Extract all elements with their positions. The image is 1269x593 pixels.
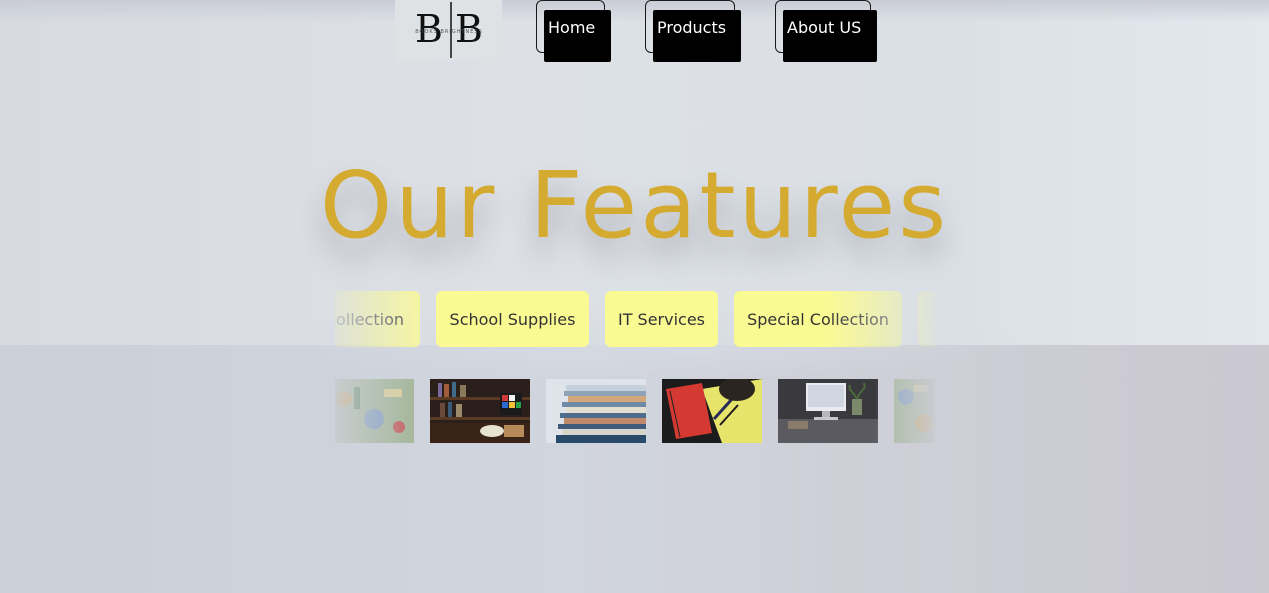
logo-mark-icon: B B BOOKS BRIGHTNESS (415, 2, 483, 58)
feature-chip-it-services[interactable]: IT Services (605, 291, 718, 347)
feature-chip-next[interactable] (918, 291, 935, 347)
feature-chip-collection[interactable]: ollection (335, 291, 420, 347)
nav-about-label: About US (787, 18, 862, 37)
feature-chip-label: IT Services (617, 309, 706, 329)
nav-products-label: Products (657, 18, 727, 37)
nav-products-button[interactable]: Products (645, 0, 742, 62)
feature-chip-school-supplies[interactable]: School Supplies (436, 291, 589, 347)
page-title: Our Features (319, 152, 950, 259)
book-stack-photo[interactable] (546, 379, 646, 443)
svg-text:BOOKS BRIGHTNESS: BOOKS BRIGHTNESS (415, 29, 483, 35)
computer-desk-photo[interactable] (778, 379, 878, 443)
feature-chip-label: School Supplies (449, 309, 576, 329)
nav-about-button[interactable]: About US (775, 0, 878, 62)
notebook-pens-photo[interactable] (662, 379, 762, 443)
school-supplies-photo[interactable] (894, 379, 935, 443)
feature-chip-special-collection[interactable]: Special Collection (734, 291, 902, 347)
features-carousel: ollection School Supplies IT Services Sp… (335, 291, 935, 349)
site-logo[interactable]: B B BOOKS BRIGHTNESS (395, 0, 502, 61)
school-supplies-photo[interactable] (335, 379, 414, 443)
bookshelf-photo[interactable] (430, 379, 530, 443)
features-image-carousel (335, 379, 935, 443)
nav-home-button[interactable]: Home (536, 0, 612, 62)
nav-home-label: Home (548, 18, 596, 37)
feature-chip-label: ollection (336, 309, 404, 329)
feature-chip-label: Special Collection (747, 309, 889, 329)
